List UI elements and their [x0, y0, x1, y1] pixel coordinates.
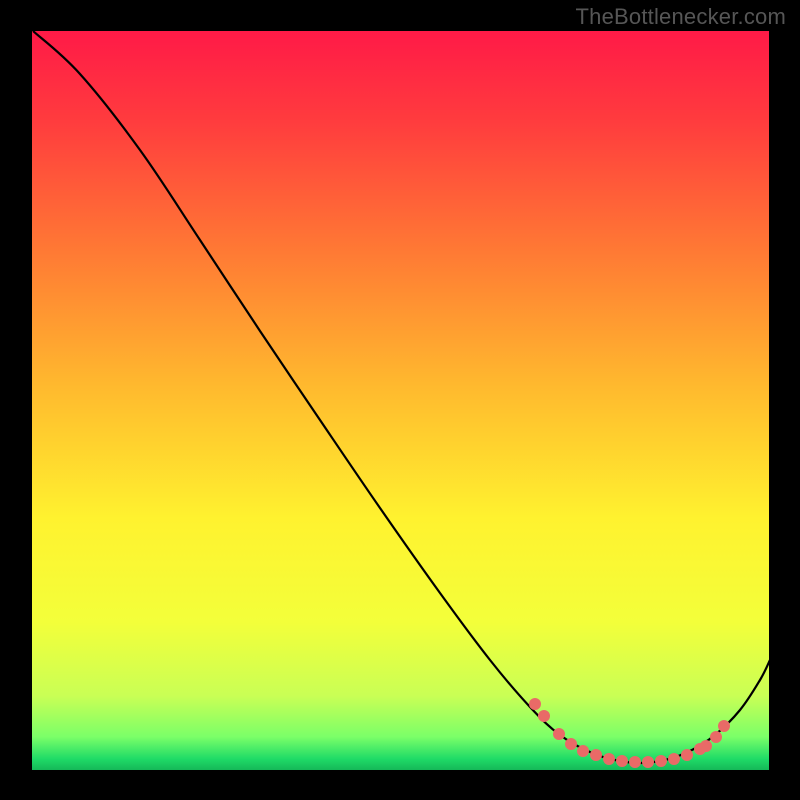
- highlight-dot: [553, 728, 565, 740]
- highlight-dot: [655, 755, 667, 767]
- highlight-dot: [565, 738, 577, 750]
- highlight-dot: [700, 740, 712, 752]
- highlight-dot: [718, 720, 730, 732]
- highlight-dot: [681, 749, 693, 761]
- highlight-dot: [710, 731, 722, 743]
- highlight-dot: [603, 753, 615, 765]
- highlight-dot: [668, 753, 680, 765]
- highlight-dot: [538, 710, 550, 722]
- plot-background: [32, 31, 769, 770]
- chart-frame: TheBottlenecker.com: [0, 0, 800, 800]
- highlight-dot: [590, 749, 602, 761]
- watermark-text: TheBottlenecker.com: [576, 4, 786, 30]
- highlight-dot: [529, 698, 541, 710]
- highlight-dot: [577, 745, 589, 757]
- highlight-dot: [629, 756, 641, 768]
- chart-svg: [0, 0, 800, 800]
- highlight-dot: [642, 756, 654, 768]
- highlight-dot: [616, 755, 628, 767]
